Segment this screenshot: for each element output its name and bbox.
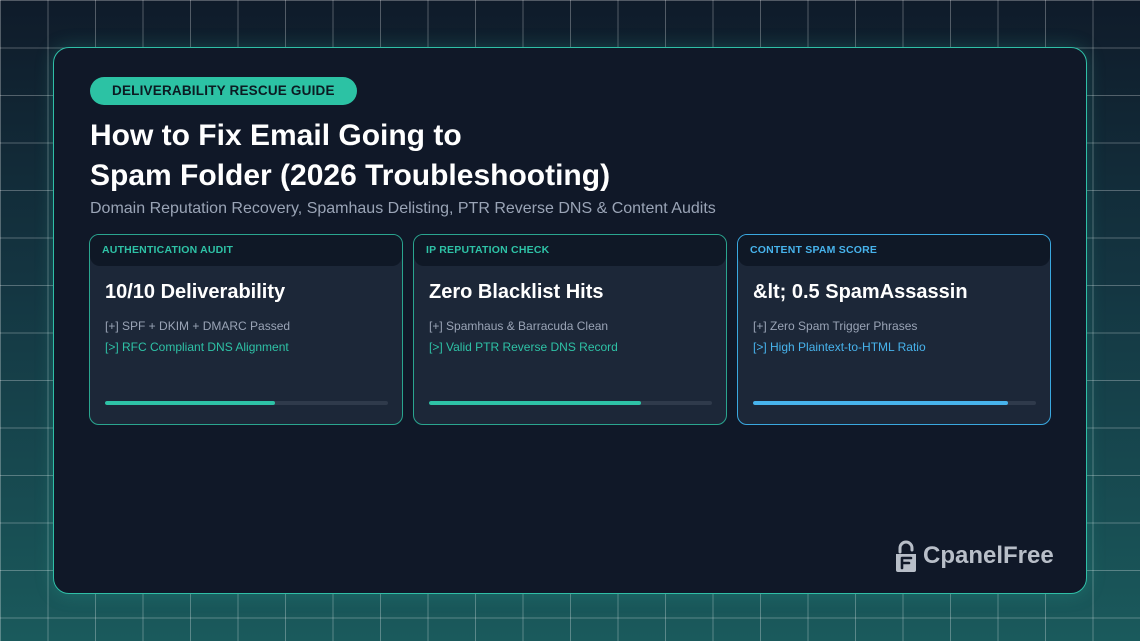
progress-fill <box>105 401 275 405</box>
tile-metric: 10/10 Deliverability <box>105 281 286 303</box>
progress-track <box>105 401 388 405</box>
tile-header: IP REPUTATION CHECK <box>414 235 726 266</box>
page-title: How to Fix Email Going to Spam Folder (2… <box>90 116 990 196</box>
tile-header: AUTHENTICATION AUDIT <box>90 235 402 266</box>
tile-check-passed: [+] Spamhaus & Barracuda Clean <box>429 319 609 333</box>
progress-fill <box>429 401 642 405</box>
tile-content-spam-score: CONTENT SPAM SCORE &lt; 0.5 SpamAssassin… <box>737 234 1051 425</box>
tile-check-detail: [>] High Plaintext-to-HTML Ratio <box>753 340 926 354</box>
brand-logo: CpanelFree <box>894 538 1054 574</box>
page-title-line-2: Spam Folder (2026 Troubleshooting) <box>90 159 611 192</box>
page-subtitle: Domain Reputation Recovery, Spamhaus Del… <box>90 200 716 217</box>
tile-authentication-audit: AUTHENTICATION AUDIT 10/10 Deliverabilit… <box>89 234 403 425</box>
tile-check-passed: [+] Zero Spam Trigger Phrases <box>753 319 918 333</box>
cpanelfree-logo-icon <box>896 540 916 572</box>
tile-check-passed: [+] SPF + DKIM + DMARC Passed <box>105 319 291 333</box>
progress-track <box>429 401 712 405</box>
tile-metric: &lt; 0.5 SpamAssassin <box>753 281 968 303</box>
tile-check-detail: [>] RFC Compliant DNS Alignment <box>105 340 289 354</box>
brand-name: CpanelFree <box>923 542 1054 569</box>
page-title-line-1: How to Fix Email Going to <box>90 119 462 152</box>
guide-badge: DELIVERABILITY RESCUE GUIDE <box>90 77 357 105</box>
progress-fill <box>753 401 1008 405</box>
progress-track <box>753 401 1036 405</box>
stat-tiles: AUTHENTICATION AUDIT 10/10 Deliverabilit… <box>89 234 1052 426</box>
tile-header: CONTENT SPAM SCORE <box>738 235 1050 266</box>
tile-check-detail: [>] Valid PTR Reverse DNS Record <box>429 340 618 354</box>
tile-metric: Zero Blacklist Hits <box>429 281 604 303</box>
tile-ip-reputation-check: IP REPUTATION CHECK Zero Blacklist Hits … <box>413 234 727 425</box>
hero-card: DELIVERABILITY RESCUE GUIDE How to Fix E… <box>53 47 1087 594</box>
